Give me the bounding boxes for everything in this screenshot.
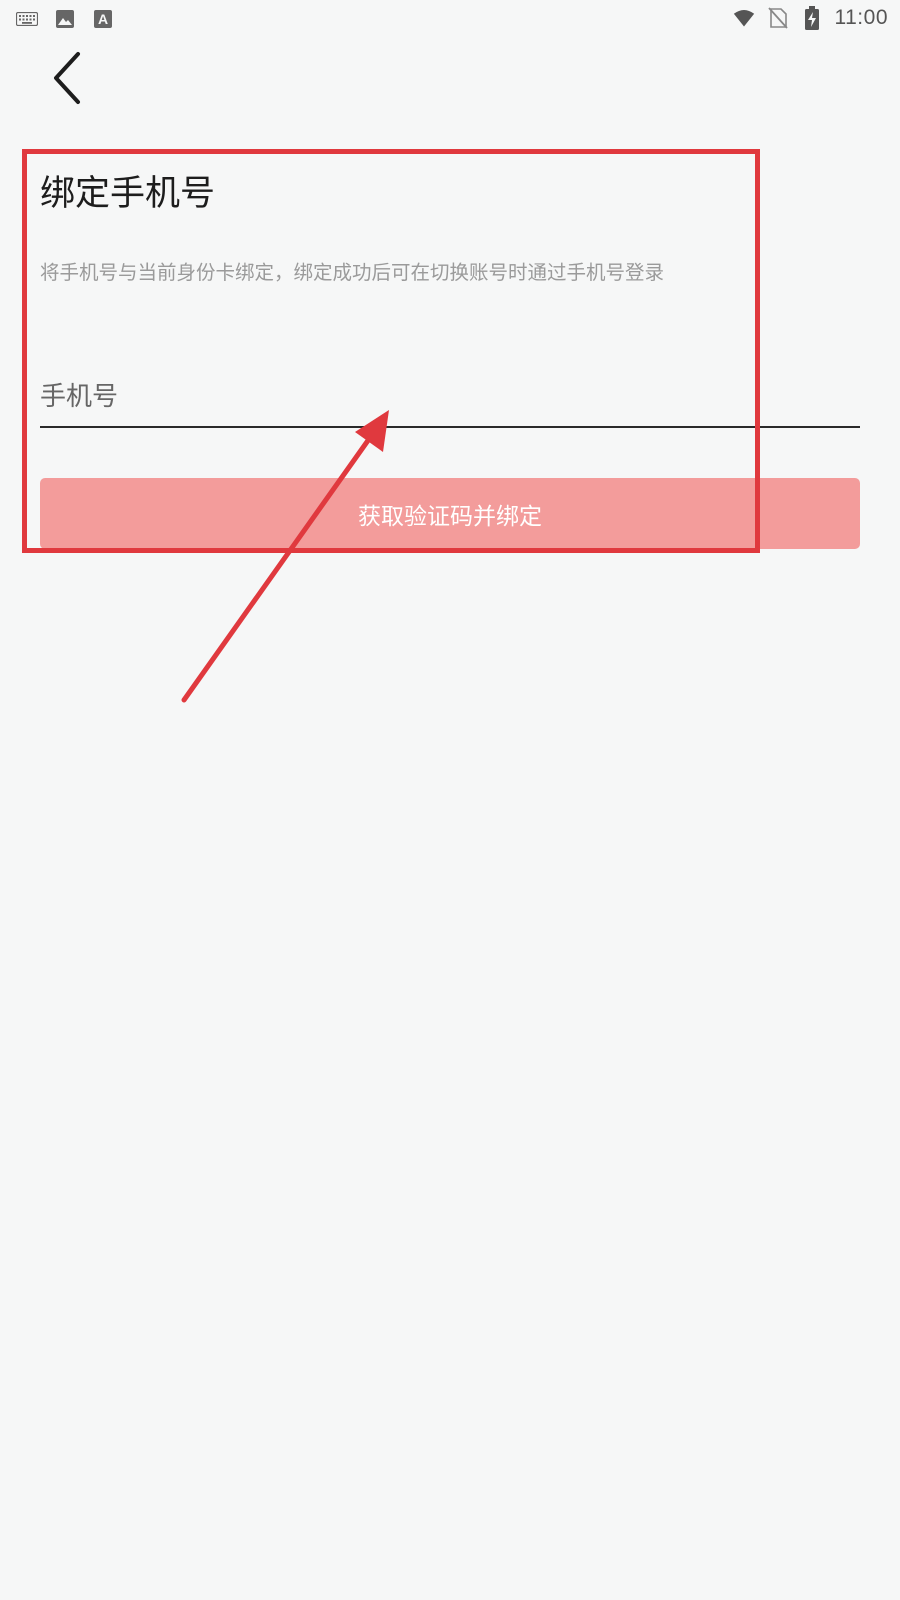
font-icon: A [92,8,114,30]
battery-charging-icon [801,6,823,30]
status-bar-right: 11:00 [733,6,889,30]
status-bar-left: A [16,8,114,30]
back-button[interactable] [40,48,96,112]
page-title: 绑定手机号 [40,174,216,214]
page-description: 将手机号与当前身份卡绑定，绑定成功后可在切换账号时通过手机号登录 [40,261,665,284]
annotation-arrow [181,410,389,703]
image-icon [54,8,76,30]
clock: 11:00 [834,6,888,29]
no-sim-icon [767,7,789,29]
wifi-icon [733,7,755,29]
status-bar: A 11:00 [0,0,900,36]
get-code-and-bind-button[interactable]: 获取验证码并绑定 [40,478,860,549]
svg-text:A: A [98,11,108,27]
chevron-left-icon [48,50,88,110]
phone-number-input[interactable] [40,368,860,428]
keyboard-icon [16,8,38,30]
